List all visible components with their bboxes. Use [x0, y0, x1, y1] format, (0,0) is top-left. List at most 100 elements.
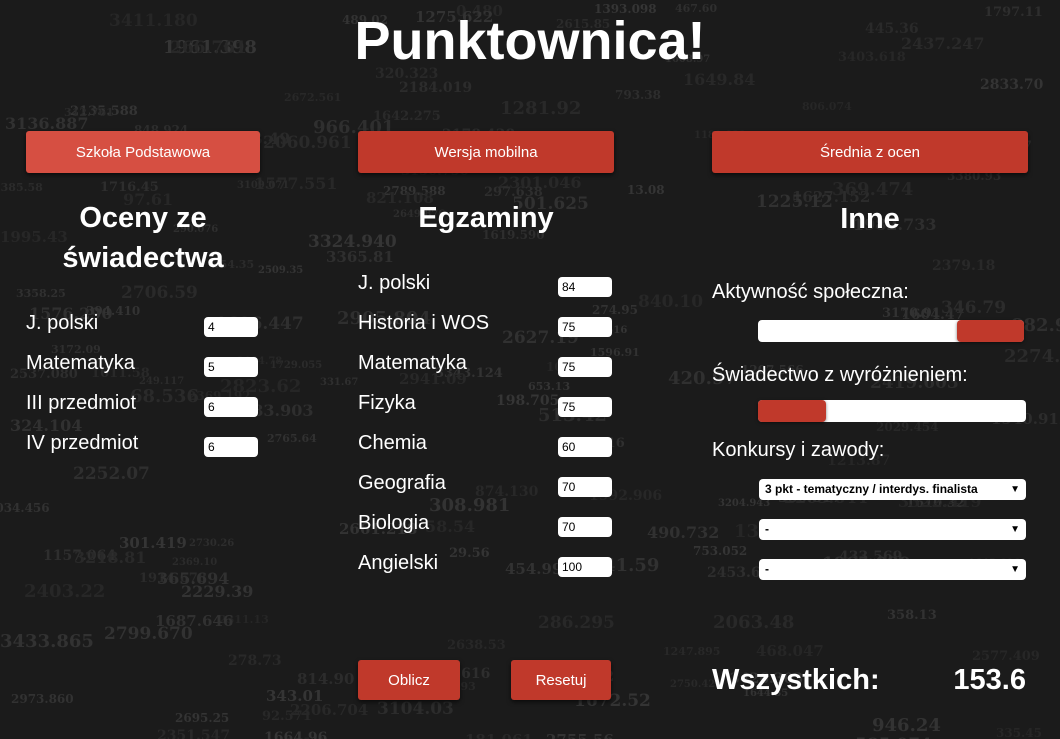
background-number: 3109.071 — [237, 180, 290, 191]
background-number: 1034.456 — [0, 501, 50, 515]
background-number: 1687.646 — [155, 612, 234, 630]
exam-input-polish[interactable]: 84 — [558, 277, 612, 297]
background-number: 2638.53 — [447, 638, 506, 653]
social-activity-toggle-knob[interactable] — [957, 320, 1024, 342]
grade-label-polish: J. polski — [26, 312, 99, 334]
honors-toggle[interactable] — [758, 400, 1026, 422]
background-number: 1642.275 — [373, 109, 441, 124]
chevron-down-icon: ▼ — [1010, 484, 1020, 495]
exams-heading: Egzaminy — [418, 202, 554, 234]
background-number: 2695.25 — [175, 711, 230, 725]
background-number: 2385.58 — [0, 181, 43, 194]
background-number: 3433.865 — [0, 631, 94, 652]
contest-select-2[interactable]: - ▼ — [759, 519, 1026, 540]
background-number: 369.474 — [832, 179, 914, 200]
background-number: 3104.03 — [377, 699, 454, 719]
background-number: 358.13 — [887, 608, 937, 623]
contest-select-3[interactable]: - ▼ — [759, 559, 1026, 580]
background-number: 2823.62 — [220, 376, 302, 397]
exam-input-physics[interactable]: 75 — [558, 397, 612, 417]
background-number: 312.761 — [64, 106, 114, 119]
grades-heading: Oceny ze świadectwa — [26, 198, 260, 278]
background-number: 2755.56 — [546, 731, 614, 739]
grade-average-button[interactable]: Średnia z ocen — [712, 131, 1028, 173]
contest-select-2-value: - — [765, 522, 769, 536]
background-number: 2252.07 — [73, 464, 150, 484]
contest-select-1[interactable]: 3 pkt - tematyczny / interdys. finalista… — [759, 479, 1026, 500]
exam-input-english[interactable]: 100 — [558, 557, 612, 577]
grade-label-math: Matematyka — [26, 352, 135, 374]
background-number: 335.45 — [996, 726, 1042, 739]
total-value: 153.6 — [953, 664, 1026, 696]
primary-school-button[interactable]: Szkoła Podstawowa — [26, 131, 260, 173]
exam-label-polish: J. polski — [358, 272, 431, 294]
background-number: 793.38 — [615, 88, 661, 102]
background-number: 753.052 — [693, 544, 748, 558]
exam-input-history[interactable]: 75 — [558, 317, 612, 337]
exam-label-english: Angielski — [358, 552, 439, 574]
background-number: 13.08 — [627, 183, 665, 197]
background-number: 181.061 — [465, 731, 533, 739]
exam-label-physics: Fizyka — [358, 392, 416, 414]
background-number: 286.295 — [538, 613, 615, 633]
background-number: 68.536 — [130, 386, 199, 407]
mobile-version-button[interactable]: Wersja mobilna — [358, 131, 614, 173]
background-number: 468.047 — [756, 642, 824, 660]
background-number: 2706.59 — [121, 283, 198, 303]
background-number: 2973.860 — [11, 692, 74, 706]
calculate-button[interactable]: Oblicz — [358, 660, 460, 700]
background-number: 3358.25 — [16, 287, 66, 300]
chevron-down-icon: ▼ — [1010, 564, 1020, 575]
background-number: 3218.81 — [74, 548, 147, 567]
social-activity-toggle[interactable] — [758, 320, 1024, 342]
exam-label-geography: Geografia — [358, 472, 446, 494]
background-number: 278.73 — [228, 653, 282, 669]
background-number: 274.95 — [592, 303, 638, 317]
grade-input-math[interactable]: 5 — [204, 357, 258, 377]
background-number: 2509.35 — [258, 265, 304, 276]
background-number: 365.694 — [157, 569, 230, 588]
background-number: 2403.22 — [24, 581, 106, 602]
background-number: 946.24 — [872, 715, 941, 736]
exam-input-math[interactable]: 75 — [558, 357, 612, 377]
background-number: 2029.454 — [876, 420, 939, 434]
grade-input-fourth-subject[interactable]: 6 — [204, 437, 258, 457]
background-number: 2833.70 — [980, 77, 1044, 93]
honors-toggle-knob[interactable] — [758, 400, 826, 422]
background-number: 585.074 — [855, 735, 932, 739]
background-number: 58.54 — [425, 517, 476, 536]
total-label: Wszystkich: — [712, 664, 880, 696]
exam-input-chemistry[interactable]: 60 — [558, 437, 612, 457]
background-number: 490.732 — [647, 523, 720, 542]
background-number: 840.10 — [638, 292, 704, 312]
exam-label-history: Historia i WOS — [358, 312, 490, 334]
background-number: 2730.26 — [189, 538, 235, 549]
background-number: 29.56 — [449, 546, 490, 561]
grades-heading-line1: Oceny ze — [79, 202, 207, 234]
background-number: 346.79 — [941, 298, 1007, 318]
exam-input-geography[interactable]: 70 — [558, 477, 612, 497]
background-number: 806.074 — [802, 100, 852, 113]
other-heading: Inne — [840, 203, 900, 235]
background-number: 2060.961 — [263, 133, 352, 153]
contest-select-1-value: 3 pkt - tematyczny / interdys. finalista — [765, 482, 978, 496]
honors-label: Świadectwo z wyróżnieniem: — [712, 364, 968, 386]
grade-input-third-subject[interactable]: 6 — [204, 397, 258, 417]
contests-label: Konkursy i zawody: — [712, 439, 885, 461]
reset-button[interactable]: Resetuj — [511, 660, 611, 700]
contest-select-3-value: - — [765, 562, 769, 576]
background-number: 343.01 — [266, 687, 324, 705]
chevron-down-icon: ▼ — [1010, 524, 1020, 535]
background-number: 1664.96 — [264, 730, 328, 739]
exam-label-chemistry: Chemia — [358, 432, 427, 454]
grade-input-polish[interactable]: 4 — [204, 317, 258, 337]
background-number: 1247.895 — [663, 645, 721, 658]
grade-label-third-subject: III przedmiot — [26, 392, 137, 414]
background-number: 2274.760 — [1004, 346, 1060, 367]
background-number: 92.571 — [262, 709, 312, 724]
background-number: 1281.92 — [500, 98, 582, 119]
background-number: 2369.10 — [172, 557, 218, 568]
background-number: 2063.48 — [713, 612, 795, 633]
exam-input-biology[interactable]: 70 — [558, 517, 612, 537]
social-activity-label: Aktywność społeczna: — [712, 281, 909, 303]
